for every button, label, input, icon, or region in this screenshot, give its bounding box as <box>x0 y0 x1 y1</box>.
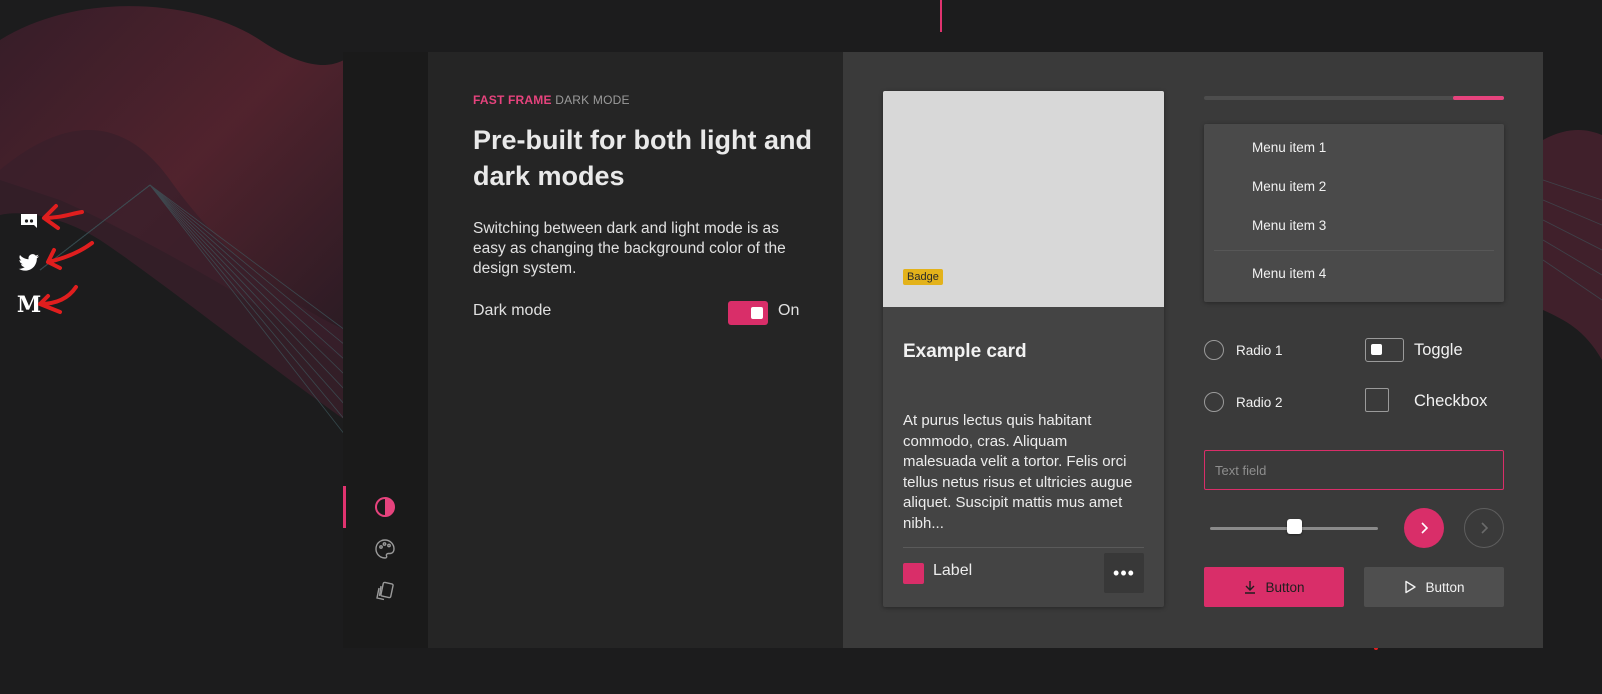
eyebrow-brand: FAST FRAME <box>473 93 552 107</box>
intro-column: FAST FRAME DARK MODE Pre-built for both … <box>428 52 843 648</box>
radio-1-label: Radio 1 <box>1236 343 1283 358</box>
medium-icon[interactable]: M <box>16 292 42 318</box>
card-divider <box>903 547 1144 548</box>
card-badge: Badge <box>903 269 943 285</box>
discord-icon[interactable] <box>18 210 40 232</box>
menu-item[interactable]: Menu item 4 <box>1252 266 1326 281</box>
play-button-label: Button <box>1425 579 1465 595</box>
download-button[interactable]: Button <box>1204 567 1344 607</box>
progress-bar <box>1204 96 1504 100</box>
next-circle-button-outline[interactable] <box>1464 508 1504 548</box>
example-card: Badge Example card At purus lectus quis … <box>883 91 1164 607</box>
card-body: At purus lectus quis habitant commodo, c… <box>903 412 1133 532</box>
card-label-swatch <box>903 563 924 584</box>
page-description: Switching between dark and light mode is… <box>473 220 786 277</box>
card-title: Example card <box>903 341 1027 362</box>
top-accent-line <box>940 0 942 32</box>
palette-icon[interactable] <box>373 537 397 561</box>
radio-2[interactable] <box>1204 392 1224 412</box>
checkbox[interactable] <box>1365 388 1389 412</box>
menu-item[interactable]: Menu item 3 <box>1252 218 1326 233</box>
rail-active-indicator <box>343 486 346 528</box>
next-circle-button[interactable] <box>1404 508 1444 548</box>
more-dots-icon: ••• <box>1113 562 1135 583</box>
twitter-icon[interactable] <box>18 252 40 274</box>
play-icon <box>1405 580 1417 594</box>
toggle-knob <box>1371 344 1382 355</box>
eyebrow-subtitle: DARK MODE <box>555 93 630 107</box>
menu-item[interactable]: Menu item 1 <box>1252 140 1326 155</box>
side-rail <box>343 52 428 648</box>
social-links: M <box>16 210 42 336</box>
checkbox-label: Checkbox <box>1414 392 1488 410</box>
chevron-right-icon <box>1481 522 1489 534</box>
download-button-label: Button <box>1265 579 1305 595</box>
menu: Menu item 1 Menu item 2 Menu item 3 Menu… <box>1204 124 1504 302</box>
design-system-panel: FAST FRAME DARK MODE Pre-built for both … <box>343 52 1543 648</box>
play-button[interactable]: Button <box>1364 567 1504 607</box>
switch-knob <box>751 307 763 319</box>
eyebrow: FAST FRAME DARK MODE <box>473 93 630 107</box>
radio-1[interactable] <box>1204 340 1224 360</box>
toggle[interactable] <box>1365 338 1404 362</box>
card-label: Label <box>933 562 973 579</box>
download-icon <box>1245 581 1256 594</box>
contrast-icon[interactable] <box>373 495 397 519</box>
text-field[interactable] <box>1204 450 1504 490</box>
radio-2-label: Radio 2 <box>1236 395 1283 410</box>
cards-icon[interactable] <box>373 579 397 603</box>
page-title: Pre-built for both light and dark modes <box>473 125 812 191</box>
components-area: Badge Example card At purus lectus quis … <box>843 52 1543 648</box>
dark-mode-state: On <box>778 302 800 319</box>
dark-mode-label: Dark mode <box>473 302 552 319</box>
more-options-button[interactable]: ••• <box>1104 553 1144 593</box>
menu-separator <box>1214 250 1494 251</box>
toggle-label: Toggle <box>1414 341 1463 359</box>
menu-item[interactable]: Menu item 2 <box>1252 179 1326 194</box>
chevron-right-icon <box>1421 522 1429 534</box>
progress-fill <box>1453 96 1504 100</box>
dark-mode-switch[interactable] <box>728 301 768 325</box>
medium-letter: M <box>16 292 42 318</box>
slider-thumb[interactable] <box>1286 519 1302 534</box>
